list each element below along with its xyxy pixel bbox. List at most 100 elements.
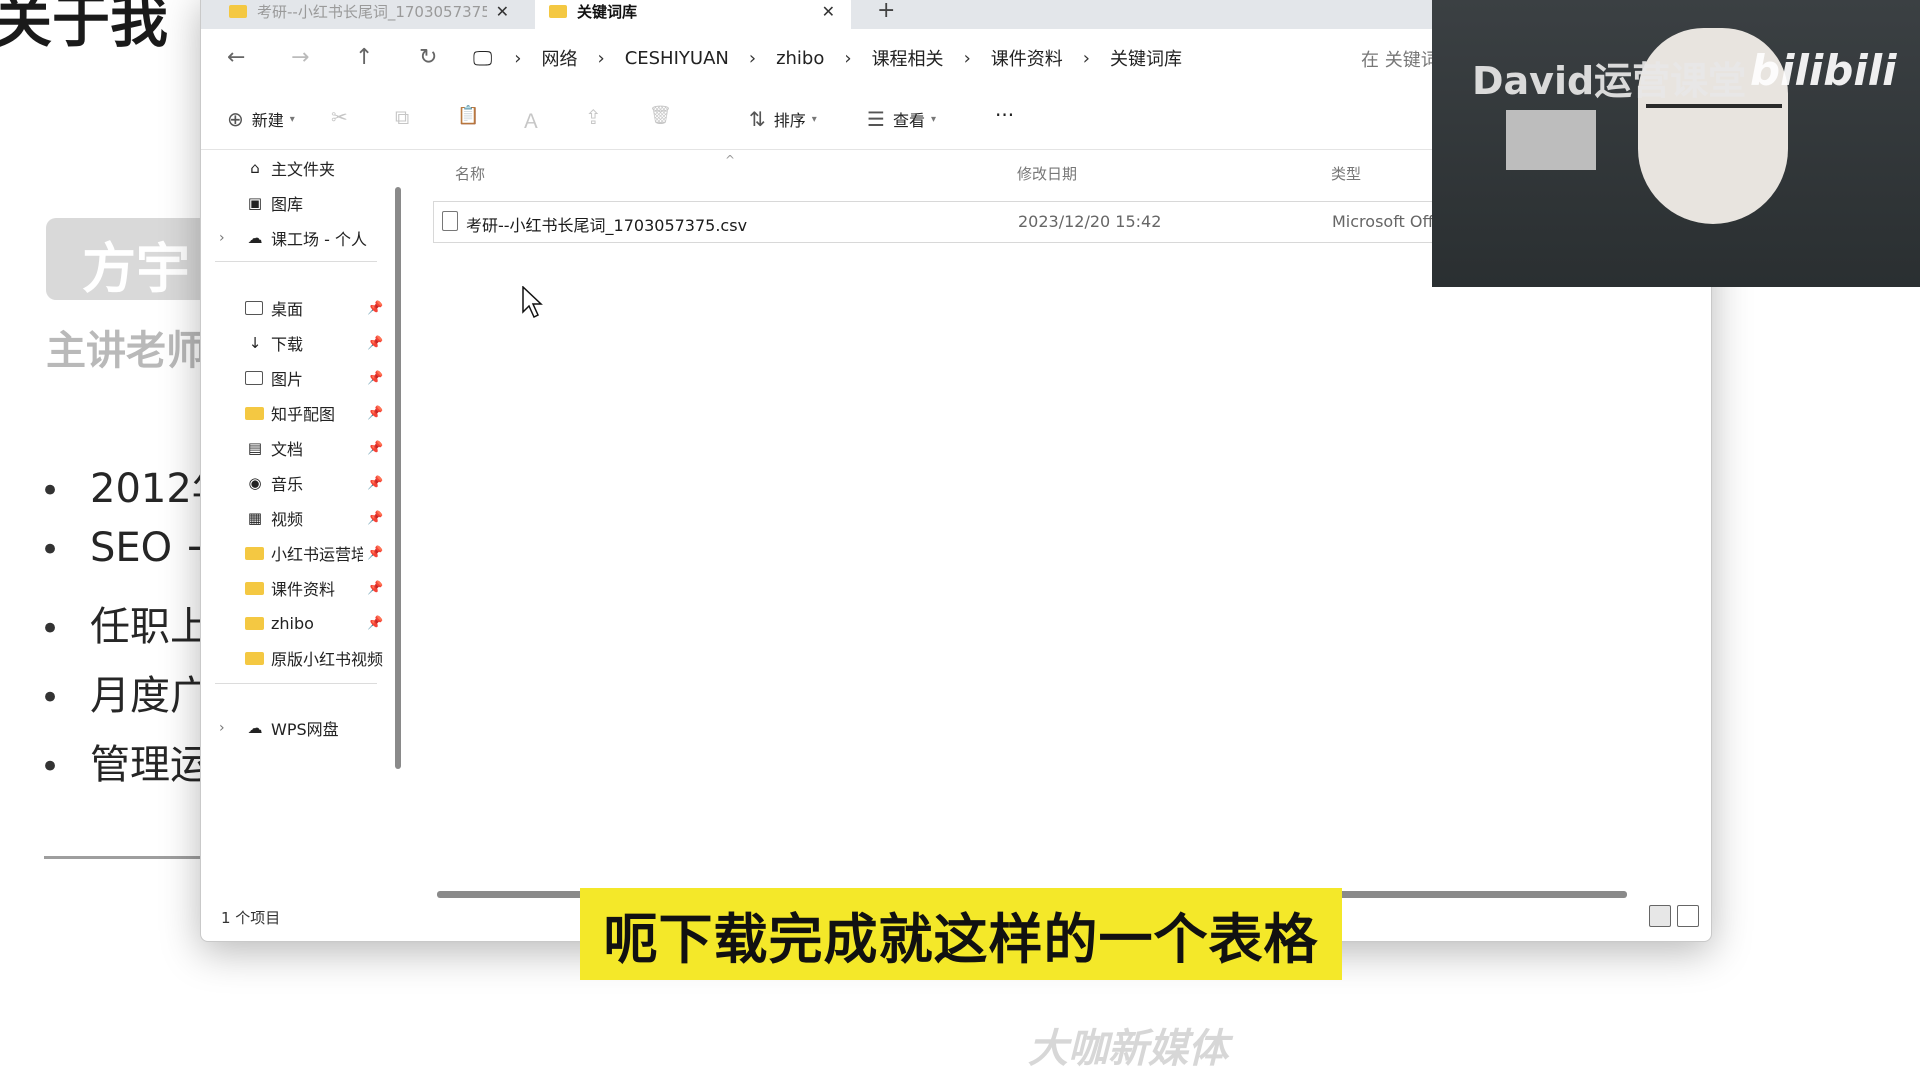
pin-icon[interactable]: 📌 [367, 406, 383, 421]
nav-item-zhihu-images[interactable]: 知乎配图 📌 [201, 396, 401, 430]
close-icon[interactable]: ✕ [496, 2, 509, 21]
delete-icon[interactable]: 🗑 [649, 105, 672, 126]
details-view-icon[interactable] [1649, 905, 1671, 927]
nav-item-cloud-personal[interactable]: › ☁ 课工场 - 个人 [201, 221, 401, 255]
chevron-down-icon: ▾ [811, 113, 817, 125]
nav-item-course-materials[interactable]: 课件资料 📌 [201, 571, 401, 605]
nav-item-label: WPS网盘 [271, 720, 339, 739]
slide-divider [44, 856, 214, 859]
breadcrumb: 🖵 › 网络 › CESHIYUAN › zhibo › 课程相关 › 课件资料… [473, 45, 1182, 71]
new-tab-button[interactable]: + [877, 0, 895, 23]
download-icon: ↓ [248, 334, 262, 352]
breadcrumb-separator: › [748, 47, 757, 69]
new-label: 新建 [251, 111, 284, 130]
tab-label: 考研--小红书长尾词_1703057375.csv [257, 2, 487, 21]
nav-item-pictures[interactable]: 图片 📌 [201, 361, 401, 395]
pin-icon[interactable]: 📌 [367, 546, 383, 561]
csv-file-icon [442, 211, 458, 231]
cut-icon[interactable]: ✂ [331, 105, 348, 129]
tab-keyword-library[interactable]: 关键词库 ✕ [535, 0, 851, 29]
pin-icon[interactable]: 📌 [367, 581, 383, 596]
nav-item-downloads[interactable]: ↓ 下载 📌 [201, 326, 401, 360]
folder-icon [245, 546, 264, 560]
copy-icon[interactable]: ⧉ [395, 105, 409, 129]
pin-icon[interactable]: 📌 [367, 616, 383, 631]
breadcrumb-item[interactable]: 关键词库 [1110, 45, 1182, 71]
share-icon[interactable]: ⇪ [585, 105, 602, 129]
breadcrumb-item[interactable]: CESHIYUAN [625, 48, 729, 69]
breadcrumb-item[interactable]: 课件资料 [991, 45, 1063, 71]
status-item-count: 1 个项目 [221, 909, 281, 927]
nav-divider [215, 683, 377, 684]
new-button[interactable]: ⊕ 新建 ▾ [227, 107, 295, 131]
column-header-modified[interactable]: 修改日期 [1017, 163, 1077, 184]
desktop-icon [245, 301, 263, 315]
breadcrumb-item[interactable]: zhibo [776, 48, 824, 69]
chevron-right-icon[interactable]: › [219, 230, 225, 246]
nav-item-home[interactable]: ⌂ 主文件夹 [201, 151, 401, 185]
nav-item-original-xhs-videos[interactable]: 原版小红书视频 [201, 641, 401, 675]
folder-icon [229, 4, 247, 18]
nav-item-music[interactable]: ◉ 音乐 📌 [201, 466, 401, 500]
tab-csv-file[interactable]: 考研--小红书长尾词_1703057375.csv ✕ [215, 0, 525, 29]
nav-item-desktop[interactable]: 桌面 📌 [201, 291, 401, 325]
nav-item-wps-drive[interactable]: › ☁ WPS网盘 [201, 711, 401, 745]
nav-item-label: 图库 [271, 195, 304, 214]
back-arrow-icon[interactable]: ← [227, 45, 245, 70]
paste-icon[interactable]: 📋 [457, 105, 479, 126]
view-button[interactable]: ☰ 查看 ▾ [867, 107, 936, 131]
nav-item-label: 下载 [271, 335, 304, 354]
more-options-icon[interactable]: ··· [995, 103, 1014, 127]
nav-scrollbar[interactable] [395, 187, 401, 769]
tiles-view-icon[interactable] [1677, 905, 1699, 927]
nav-item-label: 文档 [271, 440, 304, 459]
cloud-icon: ☁ [247, 229, 263, 247]
view-lines-icon: ☰ [867, 107, 885, 131]
caption-text: 呃下载完成就这样的一个表格 [603, 907, 1319, 971]
breadcrumb-item[interactable]: 网络 [541, 45, 577, 71]
pin-icon[interactable]: 📌 [367, 476, 383, 491]
up-arrow-icon[interactable]: ↑ [355, 45, 373, 70]
pin-icon[interactable]: 📌 [367, 371, 383, 386]
pin-icon[interactable]: 📌 [367, 336, 383, 351]
pin-icon[interactable]: 📌 [367, 441, 383, 456]
forward-arrow-icon[interactable]: → [291, 45, 309, 70]
column-header-type[interactable]: 类型 [1331, 163, 1361, 184]
mouse-cursor-icon [522, 286, 543, 319]
plus-circle-icon: ⊕ [227, 107, 244, 131]
nav-item-gallery[interactable]: ▣ 图库 [201, 186, 401, 220]
music-icon: ◉ [248, 474, 262, 492]
column-header-name[interactable]: 名称 [455, 163, 485, 184]
presenter-name: 方宇 [82, 237, 190, 300]
slide-title: 关于我 [0, 0, 169, 55]
channel-watermark: David运营课堂 [1472, 59, 1747, 103]
webcam-overlay: David运营课堂 bilibili [1432, 0, 1920, 287]
nav-item-xhs-training[interactable]: 小红书运营培 📌 [201, 536, 401, 570]
nav-item-label: 桌面 [271, 300, 304, 319]
chevron-down-icon: ▾ [289, 113, 295, 125]
view-toggle [1649, 905, 1699, 927]
chevron-right-icon[interactable]: › [219, 720, 225, 736]
breadcrumb-separator: › [514, 47, 522, 69]
folder-icon [245, 616, 264, 630]
nav-item-zhibo[interactable]: zhibo 📌 [201, 606, 401, 640]
wps-cloud-icon: ☁ [247, 719, 263, 737]
nav-item-label: 图片 [271, 370, 304, 389]
folder-icon [549, 4, 567, 18]
document-icon: ▤ [247, 439, 263, 457]
pin-icon[interactable]: 📌 [367, 511, 383, 526]
nav-item-documents[interactable]: ▤ 文档 📌 [201, 431, 401, 465]
folder-icon [245, 581, 264, 595]
this-pc-icon[interactable]: 🖵 [473, 46, 492, 70]
rename-icon[interactable]: Ａ [521, 105, 541, 134]
close-icon[interactable]: ✕ [822, 2, 835, 21]
breadcrumb-item[interactable]: 课程相关 [872, 45, 944, 71]
sort-button[interactable]: ⇅ 排序 ▾ [749, 107, 817, 131]
folder-icon [245, 406, 264, 420]
nav-item-videos[interactable]: ▦ 视频 📌 [201, 501, 401, 535]
view-label: 查看 [892, 111, 925, 130]
sort-label: 排序 [773, 111, 806, 130]
refresh-icon[interactable]: ↻ [419, 45, 437, 70]
pin-icon[interactable]: 📌 [367, 301, 383, 316]
nav-item-label: 小红书运营培 [271, 545, 363, 564]
